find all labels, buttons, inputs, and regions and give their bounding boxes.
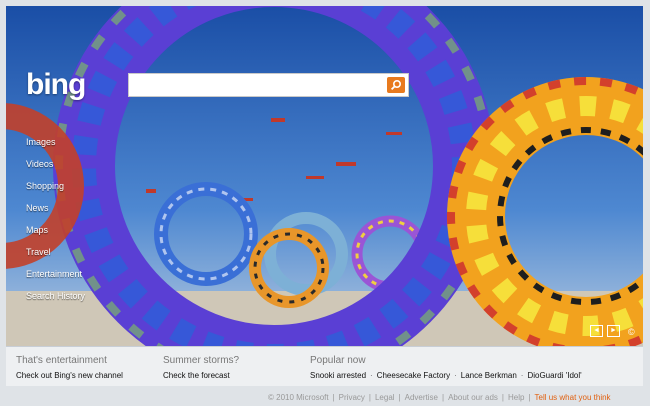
nav-item-news[interactable]: News xyxy=(26,200,85,222)
footer-link-legal[interactable]: Legal xyxy=(375,393,395,402)
entertainment-link[interactable]: Check out Bing's new channel xyxy=(16,371,123,380)
popular-link[interactable]: Lance Berkman xyxy=(461,371,517,380)
next-image-button[interactable]: ► xyxy=(607,325,620,337)
separator: · xyxy=(520,371,524,380)
nav-item-maps[interactable]: Maps xyxy=(26,222,85,244)
footer-link-privacy[interactable]: Privacy xyxy=(339,393,365,402)
footer-link-help[interactable]: Help xyxy=(508,393,524,402)
separator: | xyxy=(442,393,445,402)
nav-item-search-history[interactable]: Search History xyxy=(26,288,85,310)
popular-now: Popular now Snooki arrested · Cheesecake F… xyxy=(310,355,582,380)
bottom-bar: That's entertainment Check out Bing's ne… xyxy=(6,346,643,386)
footer-link-about-ads[interactable]: About our ads xyxy=(448,393,498,402)
feedback-link[interactable]: Tell us what you think xyxy=(535,393,611,402)
image-info-icon[interactable]: © xyxy=(628,327,635,337)
nav-item-entertainment[interactable]: Entertainment xyxy=(26,266,85,288)
previous-image-button[interactable]: ◄ xyxy=(590,325,603,337)
entertainment-heading: That's entertainment xyxy=(16,355,107,366)
weather-promo: Summer storms? Check the forecast xyxy=(163,355,239,380)
footer-link-advertise[interactable]: Advertise xyxy=(405,393,438,402)
separator: | xyxy=(332,393,335,402)
separator: · xyxy=(454,371,457,380)
search-box xyxy=(128,73,409,97)
popular-link[interactable]: Snooki arrested xyxy=(310,371,366,380)
bing-logo[interactable]: bing xyxy=(26,68,86,102)
separator: · xyxy=(370,371,373,380)
nav-item-images[interactable]: Images xyxy=(26,134,85,156)
search-button[interactable] xyxy=(387,77,405,93)
category-nav: Images Videos Shopping News Maps Travel … xyxy=(26,134,85,310)
search-icon xyxy=(390,79,402,91)
nav-item-shopping[interactable]: Shopping xyxy=(26,178,85,200)
separator: | xyxy=(501,393,504,402)
entertainment-promo: That's entertainment Check out Bing's ne… xyxy=(16,355,123,380)
popular-heading: Popular now xyxy=(310,355,366,366)
bing-homepage: bing Images Videos Shopping News Maps Tr… xyxy=(0,0,650,406)
nav-item-videos[interactable]: Videos xyxy=(26,156,85,178)
separator: | xyxy=(398,393,401,402)
search-input[interactable] xyxy=(129,74,384,96)
copyright-text: © 2010 Microsoft xyxy=(268,393,329,402)
weather-link[interactable]: Check the forecast xyxy=(163,371,230,380)
weather-heading: Summer storms? xyxy=(163,355,240,366)
separator: | xyxy=(368,393,371,402)
popular-link[interactable]: DioGuardi 'Idol' xyxy=(527,371,581,380)
separator: | xyxy=(528,393,531,402)
kite-rings-photo xyxy=(6,6,643,346)
footer: © 2010 Microsoft | Privacy | Legal | Advertise… xyxy=(268,393,611,402)
nav-item-travel[interactable]: Travel xyxy=(26,244,85,266)
popular-link[interactable]: Cheesecake Factory xyxy=(377,371,450,380)
background-image xyxy=(6,6,643,346)
